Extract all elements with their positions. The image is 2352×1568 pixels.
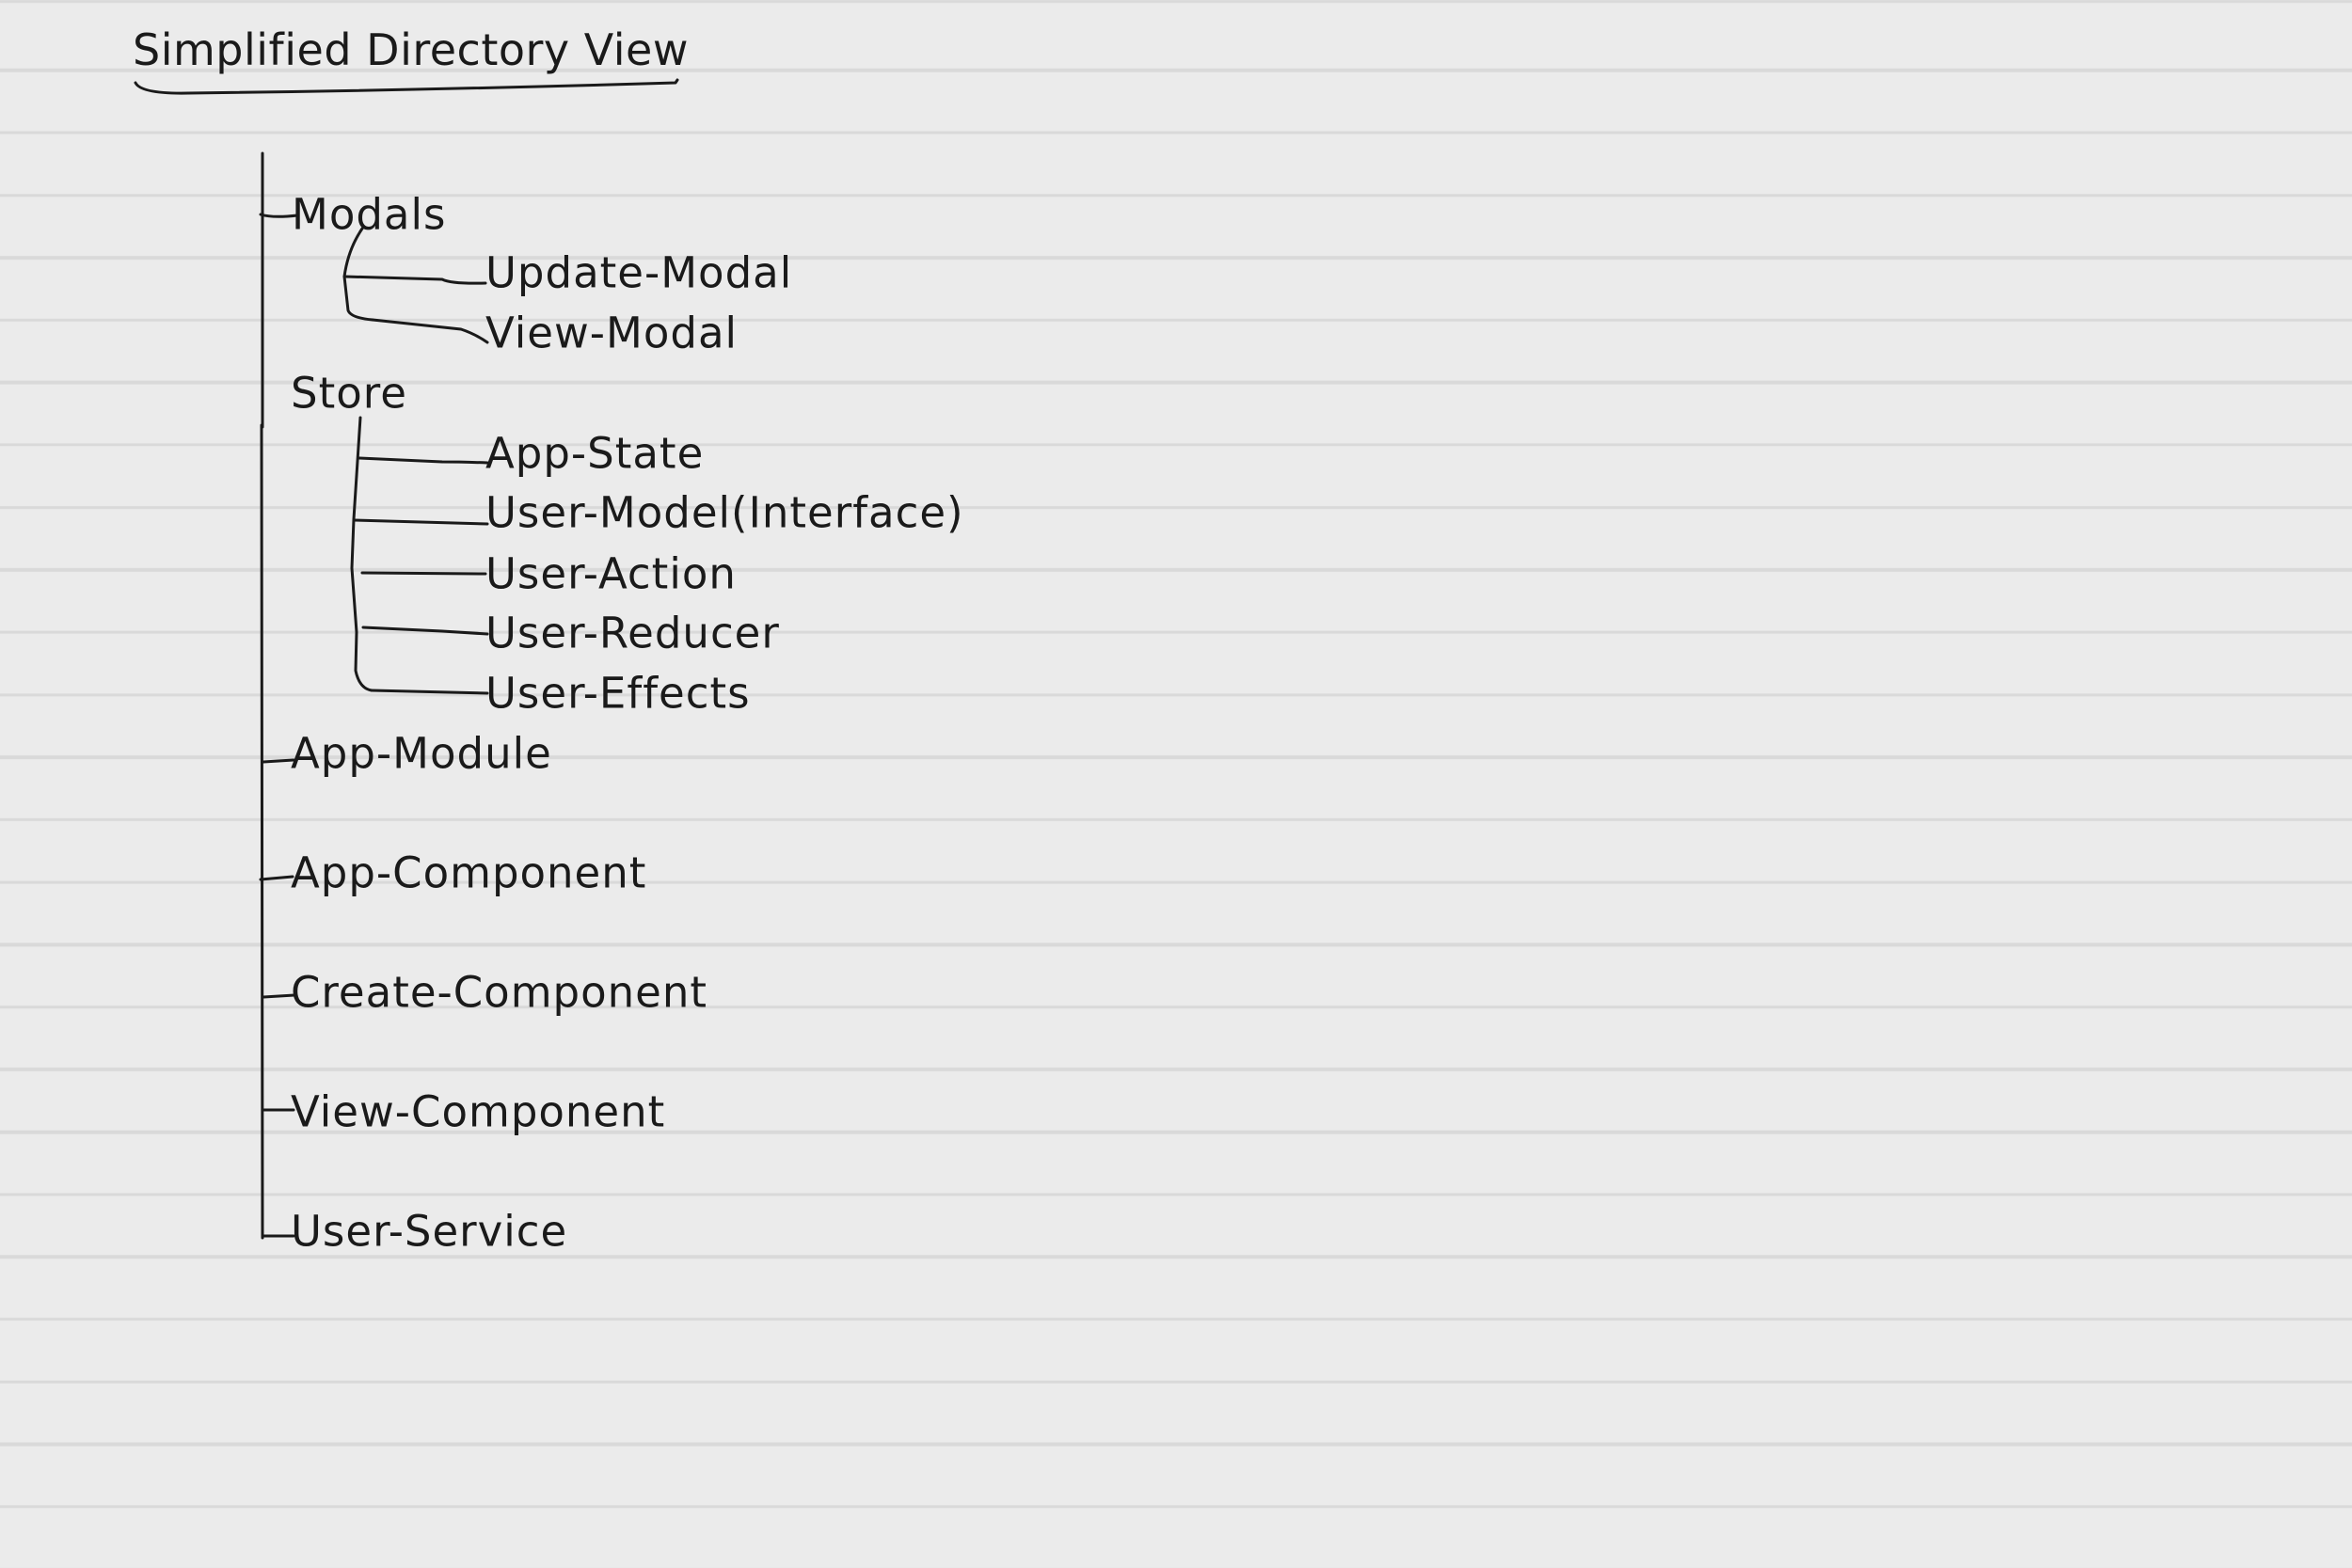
tree-node-view-component: View-Component — [291, 1086, 666, 1137]
tree-node-app-state: App-State — [485, 428, 705, 479]
tree-node-create-component: Create-Component — [291, 967, 708, 1018]
tree-node-user-reducer: User-Reducer — [485, 608, 780, 658]
tree-node-store: Store — [291, 368, 407, 419]
branch-user-model — [352, 518, 489, 526]
branch-app-state — [358, 456, 489, 465]
branch-app-component — [259, 875, 294, 881]
branch-user-effects — [370, 689, 489, 695]
tree-node-user-model: User-Model(Interface) — [485, 487, 964, 538]
diagram-title: Simplified Directory View — [133, 24, 689, 75]
tree-node-view-modal: View-Modal — [485, 308, 739, 358]
branch-view-modal — [371, 318, 489, 344]
tree-node-app-component: App-Component — [291, 847, 647, 898]
branch-app-module — [262, 758, 295, 764]
branch-update-modal — [342, 275, 487, 285]
modals-sub-trunk — [342, 227, 374, 322]
tree-node-update-modal: Update-Modal — [485, 247, 793, 298]
tree-node-user-service: User-Service — [291, 1206, 568, 1257]
tree-node-user-effects: User-Effects — [485, 668, 751, 719]
tree-node-modals: Modals — [292, 189, 447, 240]
notebook-page: Simplified Directory View Modals Update-… — [0, 0, 2352, 1568]
branch-user-reducer — [361, 626, 489, 636]
tree-node-user-action: User-Action — [485, 548, 737, 599]
branch-user-action — [360, 571, 487, 576]
tree-node-app-module: App-Module — [291, 728, 552, 779]
title-underline — [134, 78, 679, 95]
